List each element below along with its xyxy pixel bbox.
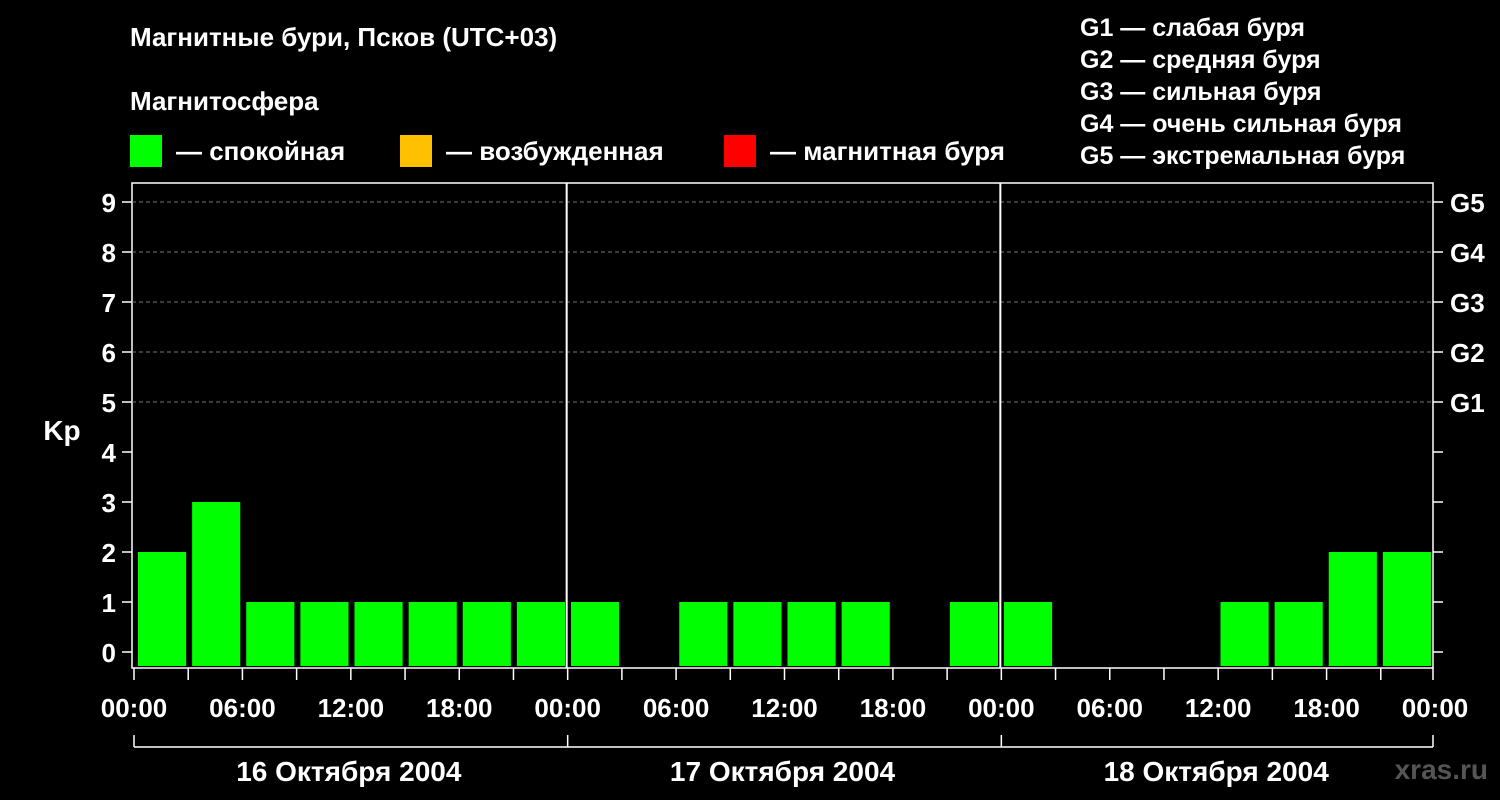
kp-bar (1004, 602, 1053, 666)
kp-bar (949, 602, 998, 666)
kp-bar (462, 602, 511, 666)
y-tick-label: 0 (102, 638, 116, 668)
y-tick-label: 1 (102, 588, 116, 618)
x-tick-label: 12:00 (1185, 693, 1252, 723)
g-level-label: G4 (1450, 238, 1485, 268)
kp-bar (192, 502, 241, 666)
day-label: 17 Октября 2004 (670, 756, 896, 787)
y-axis-label: Kp (43, 415, 80, 446)
x-tick-label: 00:00 (968, 693, 1035, 723)
y-tick-label: 5 (102, 388, 116, 418)
y-tick-label: 7 (102, 288, 116, 318)
y-tick-label: 9 (102, 188, 116, 218)
kp-bar (300, 602, 349, 666)
g-level-label: G1 (1450, 388, 1485, 418)
kp-bar (138, 552, 187, 666)
x-tick-label: 00:00 (1402, 693, 1469, 723)
kp-bar (679, 602, 728, 666)
g-level-label: G5 (1450, 188, 1485, 218)
day-label: 18 Октября 2004 (1104, 756, 1330, 787)
x-tick-label: 06:00 (643, 693, 710, 723)
kp-bar-chart: 0 1 2 3 4 5 6 7 8 9 G1 G2 G3 G4 G5 Kp 00:00 06:00 12:00 18:… (43, 182, 1485, 787)
x-tick-label: 00:00 (534, 693, 601, 723)
kp-bar (841, 602, 890, 666)
x-tick-label: 06:00 (1077, 693, 1144, 723)
kp-bar (787, 602, 836, 666)
y-tick-label: 4 (102, 438, 117, 468)
x-tick-label: 06:00 (209, 693, 276, 723)
kp-bar (1328, 552, 1377, 666)
kp-bar (354, 602, 403, 666)
y-tick-label: 3 (102, 488, 116, 518)
kp-bar (1220, 602, 1269, 666)
x-tick-label: 12:00 (751, 693, 818, 723)
y-tick-label: 6 (102, 338, 116, 368)
day-label: 16 Октября 2004 (236, 756, 462, 787)
kp-bar (516, 602, 565, 666)
plot-frame (131, 182, 1434, 669)
x-tick-label: 18:00 (860, 693, 927, 723)
g-level-label: G2 (1450, 338, 1485, 368)
kp-bar (1274, 602, 1323, 666)
x-tick-label: 12:00 (318, 693, 385, 723)
g-level-label: G3 (1450, 288, 1485, 318)
x-tick-label: 18:00 (426, 693, 493, 723)
y-tick-label: 8 (102, 238, 116, 268)
kp-bar (408, 602, 457, 666)
x-tick-label: 18:00 (1293, 693, 1360, 723)
y-tick-label: 2 (102, 538, 116, 568)
kp-bar (1382, 552, 1431, 666)
kp-bar (246, 602, 295, 666)
x-tick-label: 00:00 (101, 693, 168, 723)
kp-bar (733, 602, 782, 666)
kp-bar (571, 602, 620, 666)
watermark: xras.ru (1394, 754, 1488, 785)
